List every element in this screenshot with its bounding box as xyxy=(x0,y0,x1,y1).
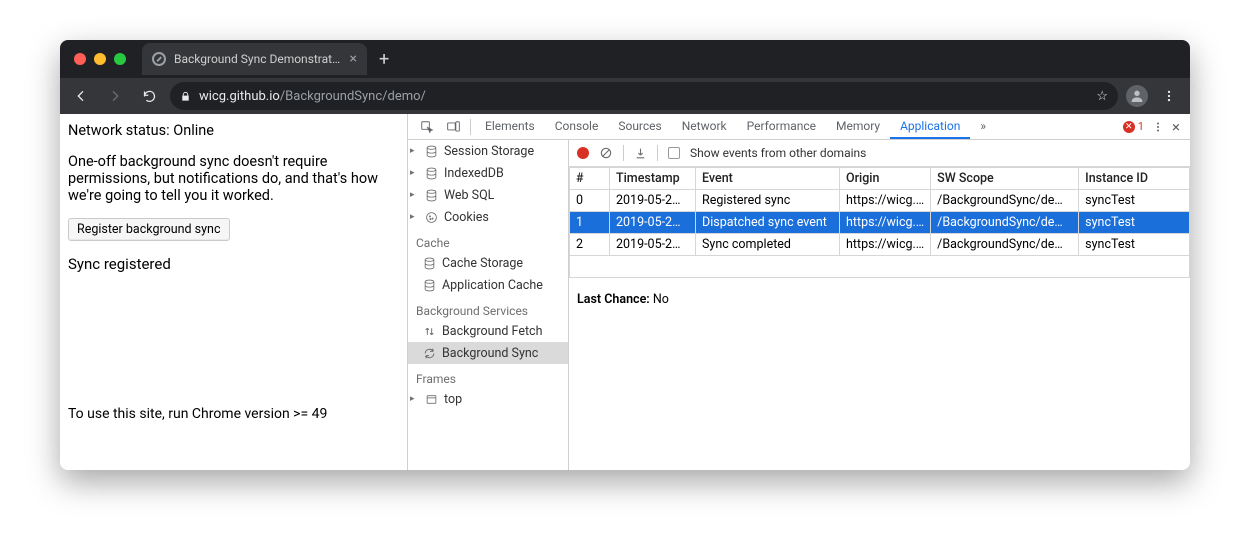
globe-icon xyxy=(152,52,166,66)
network-status: Network status: Online xyxy=(68,122,399,139)
table-row[interactable]: 02019-05-2…Registered synchttps://wicg.…… xyxy=(570,190,1190,212)
devtools-tab-console[interactable]: Console xyxy=(545,114,609,139)
column-header[interactable]: SW Scope xyxy=(931,168,1079,190)
titlebar: Background Sync Demonstratio × + xyxy=(60,40,1190,78)
devtools-more-tabs[interactable]: » xyxy=(970,114,996,139)
event-details: Last Chance: No xyxy=(569,278,1190,321)
devtools-tab-memory[interactable]: Memory xyxy=(826,114,890,139)
sidebar-item-application-cache[interactable]: Application Cache xyxy=(408,274,568,296)
sidebar-section-background-services: Background Services xyxy=(408,296,568,320)
column-header[interactable]: Event xyxy=(696,168,840,190)
devtools-close-button[interactable]: × xyxy=(1172,118,1180,136)
devtools-tabbar: ElementsConsoleSourcesNetworkPerformance… xyxy=(408,114,1190,140)
forward-button[interactable] xyxy=(102,83,128,109)
column-header[interactable]: Origin xyxy=(840,168,931,190)
browser-window: Background Sync Demonstratio × + wicg.gi… xyxy=(60,40,1190,470)
sidebar-item-web-sql[interactable]: ▸Web SQL xyxy=(408,184,568,206)
error-indicator[interactable]: ✕1 xyxy=(1123,120,1144,133)
sidebar-item-top[interactable]: ▸top xyxy=(408,388,568,410)
sidebar-section-frames: Frames xyxy=(408,364,568,388)
sidebar-item-session-storage[interactable]: ▸Session Storage xyxy=(408,140,568,162)
address-bar[interactable]: wicg.github.io/BackgroundSync/demo/ ☆ xyxy=(170,82,1118,110)
devtools-panel: ElementsConsoleSourcesNetworkPerformance… xyxy=(408,114,1190,470)
show-other-domains-checkbox[interactable] xyxy=(668,147,680,159)
db-icon xyxy=(424,166,438,180)
devtools-tab-network[interactable]: Network xyxy=(672,114,737,139)
column-header[interactable]: Timestamp xyxy=(610,168,696,190)
divider xyxy=(623,145,624,161)
application-main: Show events from other domains #Timestam… xyxy=(569,140,1190,470)
record-button[interactable] xyxy=(577,147,589,159)
maximize-window-button[interactable] xyxy=(114,53,126,65)
window-controls xyxy=(68,53,136,65)
sidebar-item-cache-storage[interactable]: Cache Storage xyxy=(408,252,568,274)
browser-tab[interactable]: Background Sync Demonstratio × xyxy=(142,43,367,75)
download-button[interactable] xyxy=(634,147,647,160)
content-area: Network status: Online One-off backgroun… xyxy=(60,114,1190,470)
close-tab-button[interactable]: × xyxy=(350,51,357,67)
detail-label: Last Chance: xyxy=(577,292,650,307)
db-icon xyxy=(424,144,438,158)
devtools-tab-application[interactable]: Application xyxy=(890,114,970,139)
table-row[interactable]: 22019-05-2…Sync completedhttps://wicg.…/… xyxy=(570,234,1190,256)
new-tab-button[interactable]: + xyxy=(367,49,401,70)
sync-result: Sync registered xyxy=(68,255,399,273)
page-footer-note: To use this site, run Chrome version >= … xyxy=(68,406,399,462)
sidebar-item-background-sync[interactable]: Background Sync xyxy=(408,342,568,364)
sidebar-item-cookies[interactable]: ▸Cookies xyxy=(408,206,568,228)
web-page: Network status: Online One-off backgroun… xyxy=(60,114,408,470)
db-icon xyxy=(424,188,438,202)
clear-button[interactable] xyxy=(599,146,613,160)
browser-toolbar: wicg.github.io/BackgroundSync/demo/ ☆ xyxy=(60,78,1190,114)
application-sidebar: ▸Session Storage▸IndexedDB▸Web SQL▸Cooki… xyxy=(408,140,569,470)
inspect-element-button[interactable] xyxy=(414,114,440,139)
column-header[interactable]: # xyxy=(570,168,610,190)
profile-button[interactable] xyxy=(1126,85,1148,107)
sidebar-item-indexeddb[interactable]: ▸IndexedDB xyxy=(408,162,568,184)
reload-button[interactable] xyxy=(136,83,162,109)
bg-sync-toolbar: Show events from other domains xyxy=(569,140,1190,167)
sidebar-section-cache: Cache xyxy=(408,228,568,252)
db-icon xyxy=(422,278,436,292)
register-sync-button[interactable]: Register background sync xyxy=(68,218,230,241)
divider xyxy=(470,119,471,135)
bookmark-star-icon[interactable]: ☆ xyxy=(1096,89,1108,104)
minimize-window-button[interactable] xyxy=(94,53,106,65)
sync-icon xyxy=(422,346,436,360)
table-row[interactable]: 12019-05-2…Dispatched sync eventhttps://… xyxy=(570,212,1190,234)
detail-value: No xyxy=(653,292,669,307)
url-host: wicg.github.io xyxy=(199,89,280,104)
column-header[interactable]: Instance ID xyxy=(1079,168,1190,190)
cookie-icon xyxy=(424,210,438,224)
page-description: One-off background sync doesn't require … xyxy=(68,153,399,204)
divider xyxy=(657,145,658,161)
back-button[interactable] xyxy=(68,83,94,109)
devtools-tab-elements[interactable]: Elements xyxy=(475,114,545,139)
device-toolbar-button[interactable] xyxy=(440,114,466,139)
updown-icon xyxy=(422,324,436,338)
url-path: /BackgroundSync/demo/ xyxy=(280,89,426,104)
devtools-tab-sources[interactable]: Sources xyxy=(608,114,671,139)
devtools-tab-performance[interactable]: Performance xyxy=(737,114,826,139)
events-table: #TimestampEventOriginSW ScopeInstance ID… xyxy=(569,167,1190,278)
browser-menu-button[interactable] xyxy=(1156,83,1182,109)
tab-title: Background Sync Demonstratio xyxy=(174,52,342,66)
window-icon xyxy=(424,392,438,406)
lock-icon xyxy=(180,91,191,102)
sidebar-item-background-fetch[interactable]: Background Fetch xyxy=(408,320,568,342)
show-other-domains-label: Show events from other domains xyxy=(690,146,866,160)
close-window-button[interactable] xyxy=(74,53,86,65)
devtools-settings-button[interactable] xyxy=(1152,121,1164,133)
db-icon xyxy=(422,256,436,270)
